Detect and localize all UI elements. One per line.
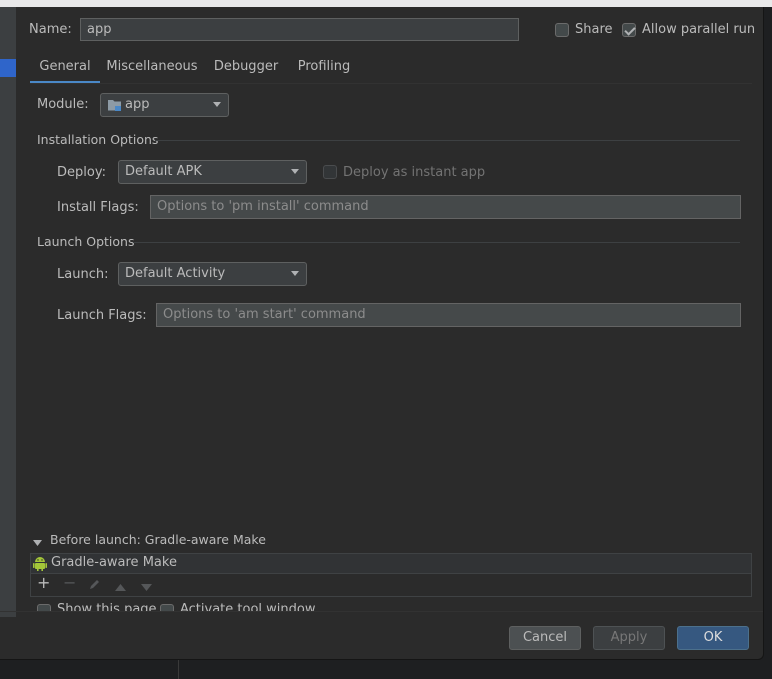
chevron-down-icon — [213, 102, 221, 107]
move-up-icon[interactable] — [115, 580, 126, 595]
name-label: Name: — [29, 22, 72, 37]
before-launch-options-row: Show this page Activate tool window — [30, 602, 752, 611]
show-this-page-checkbox[interactable] — [37, 604, 51, 611]
background-divider — [178, 660, 179, 679]
activate-tool-window-label: Activate tool window — [180, 602, 316, 611]
before-launch-panel: Gradle-aware Make + − — [30, 553, 752, 597]
deploy-combobox[interactable]: Default APK — [118, 160, 307, 184]
launch-options-title: Launch Options — [37, 234, 135, 249]
background-window-area — [0, 660, 772, 679]
deploy-combobox-value: Default APK — [125, 164, 202, 179]
deploy-instant-app-checkbox[interactable] — [323, 165, 337, 179]
deploy-instant-app-label: Deploy as instant app — [343, 165, 486, 180]
deploy-label: Deploy: — [57, 165, 106, 180]
module-folder-icon — [107, 98, 122, 120]
install-flags-input[interactable]: Options to 'pm install' command — [150, 195, 741, 219]
launch-flags-input[interactable]: Options to 'am start' command — [156, 303, 741, 327]
before-launch-task-label: Gradle-aware Make — [51, 555, 177, 570]
tab-miscellaneous[interactable]: Miscellaneous — [104, 56, 200, 84]
ok-button[interactable]: OK — [677, 626, 749, 650]
edit-task-icon[interactable] — [89, 578, 101, 594]
allow-parallel-run-checkbox[interactable] — [622, 23, 636, 37]
chevron-down-icon — [291, 271, 299, 276]
launch-combobox[interactable]: Default Activity — [118, 262, 307, 286]
module-combobox[interactable]: app — [100, 93, 229, 117]
activate-tool-window-checkbox[interactable] — [160, 604, 174, 611]
add-task-icon[interactable]: + — [37, 573, 50, 592]
share-checkbox[interactable] — [555, 23, 569, 37]
launch-combobox-value: Default Activity — [125, 266, 226, 281]
module-label: Module: — [37, 97, 89, 112]
top-window-strip — [0, 0, 772, 7]
before-launch-title: Before launch: Gradle-aware Make — [50, 532, 266, 547]
launch-label: Launch: — [57, 267, 109, 282]
move-down-icon[interactable] — [141, 580, 152, 595]
run-configuration-dialog: Name: app Share Allow parallel run Gener… — [0, 7, 764, 660]
name-input[interactable]: app — [80, 18, 519, 41]
configurations-sidebar — [0, 7, 17, 617]
apply-button[interactable]: Apply — [593, 626, 665, 650]
list-item[interactable]: Gradle-aware Make — [31, 554, 751, 574]
collapse-triangle-icon[interactable] — [33, 536, 42, 551]
installation-options-divider — [155, 140, 740, 141]
allow-parallel-run-label: Allow parallel run — [642, 22, 756, 37]
chevron-down-icon — [291, 169, 299, 174]
tab-general[interactable]: General — [30, 56, 100, 84]
footer-divider — [0, 611, 763, 612]
sidebar-selected-item[interactable] — [0, 59, 16, 77]
tab-debugger[interactable]: Debugger — [210, 56, 282, 84]
installation-options-title: Installation Options — [37, 132, 159, 147]
cancel-button[interactable]: Cancel — [509, 626, 581, 650]
launch-options-divider — [133, 242, 740, 243]
remove-task-icon[interactable]: − — [63, 573, 76, 592]
install-flags-label: Install Flags: — [57, 200, 139, 215]
module-combobox-value: app — [125, 97, 150, 112]
share-label: Share — [575, 22, 613, 37]
tabs-divider — [30, 83, 752, 84]
show-this-page-label: Show this page — [57, 602, 157, 611]
launch-flags-label: Launch Flags: — [57, 308, 147, 323]
tab-profiling[interactable]: Profiling — [292, 56, 356, 84]
